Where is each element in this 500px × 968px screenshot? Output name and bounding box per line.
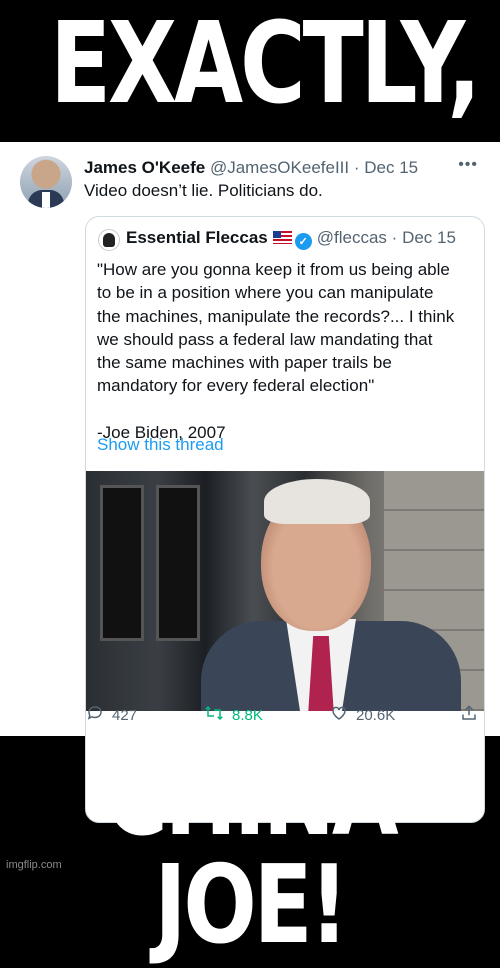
quote-date[interactable]: Dec 15 [402,228,456,247]
quote-line: the machines, manipulate the records?...… [97,306,455,326]
quote-photo[interactable] [86,471,484,711]
quote-line: we should pass a federal law mandating t… [97,329,433,349]
author-handle[interactable]: @JamesOKeefeIII [210,158,349,177]
heart-icon [330,704,348,727]
background-window [156,485,200,641]
reply-count: 427 [112,707,138,724]
share-icon [460,704,478,727]
quote-line: mandatory for every federal election" [97,376,375,396]
quote-line: to be in a position where you can manipu… [97,283,434,303]
author-name[interactable]: James O'Keefe [84,158,205,177]
retweet-count: 8.8K [232,707,263,724]
like-action[interactable]: 20.6K [330,704,395,727]
like-count: 20.6K [356,707,396,724]
tweet-actions: 427 8.8K 20.6K [0,704,500,728]
verified-badge-icon: ✓ [294,233,312,250]
avatar[interactable] [20,156,72,208]
quote-line: "How are you gonna keep it from us being… [97,260,450,279]
retweet-icon [204,704,224,727]
quote-avatar[interactable] [98,229,120,251]
show-thread-link[interactable]: Show this thread [97,435,224,455]
more-options-icon[interactable]: ••• [458,156,478,174]
quote-header: Essential Fleccas ✓ @fleccas · Dec 15 [126,228,456,250]
background-window [100,485,144,641]
tweet-date[interactable]: Dec 15 [364,158,418,177]
tweet-text: Video doesn’t lie. Politicians do. [84,181,323,200]
retweet-action[interactable]: 8.8K [204,704,263,727]
quote-handle[interactable]: @fleccas [317,228,387,247]
meme-bottom-caption: CHINA JOE! [104,735,398,968]
watermark: imgflip.com [6,859,62,871]
separator-dot: · [353,158,360,177]
reply-icon [86,704,104,727]
person-hair [264,479,370,524]
quoted-tweet[interactable]: Essential Fleccas ✓ @fleccas · Dec 15 "How… [85,216,485,823]
share-action[interactable] [460,704,486,727]
reply-action[interactable]: 427 [86,704,137,727]
tweet-header: James O'Keefe @JamesOKeefeIII · Dec 15 [84,158,418,178]
quote-separator-dot: · [391,228,398,247]
quote-line: the same machines with paper trails be [97,353,392,373]
quote-body: "How are you gonna keep it from us being… [97,258,477,444]
quote-author-name[interactable]: Essential Fleccas [126,228,268,247]
us-flag-icon [272,231,292,244]
tweet-card[interactable]: James O'Keefe @JamesOKeefeIII · Dec 15 •… [0,142,500,823]
meme-top-caption: EXACTLY, [50,0,481,129]
